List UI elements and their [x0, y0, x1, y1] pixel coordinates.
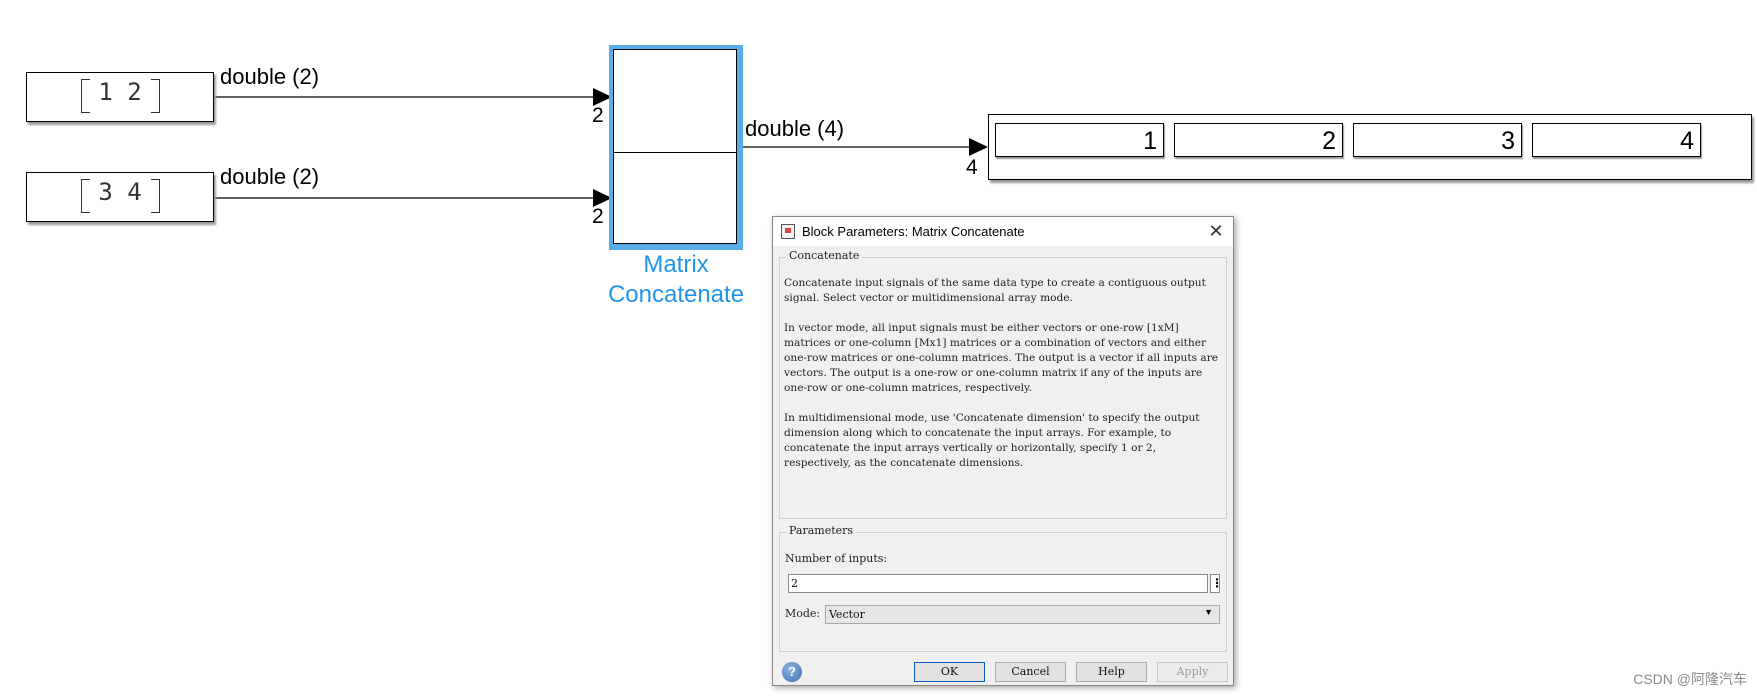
chevron-down-icon: ▼	[1204, 607, 1213, 617]
display-value-cell: 4	[1532, 123, 1701, 157]
number-of-inputs-field[interactable]	[788, 574, 1208, 593]
more-options-icon[interactable]: ⋮	[1210, 574, 1223, 593]
display-block[interactable]: 1 2 3 4	[988, 114, 1752, 180]
block-label-line2: Concatenate	[607, 281, 745, 308]
watermark: CSDN @阿隆汽车	[1633, 671, 1747, 687]
group-title-parameters: Parameters	[786, 524, 857, 537]
port-dimension-label-1: 2	[592, 104, 604, 127]
bracket-right-icon	[151, 179, 160, 213]
dialog-title: Block Parameters: Matrix Concatenate	[802, 224, 1025, 239]
cancel-button[interactable]: Cancel	[995, 662, 1066, 682]
signal-label-1: double (2)	[220, 64, 320, 89]
matrix-concatenate-block[interactable]	[609, 45, 743, 250]
display-port-arrow	[969, 138, 988, 156]
port-dimension-label-2: 2	[592, 205, 604, 228]
matrix-concatenate-body	[613, 49, 737, 244]
constant-value: 1 2	[98, 78, 142, 106]
matrix-concatenate-label[interactable]: Matrix Concatenate	[596, 250, 756, 310]
ok-button[interactable]: OK	[914, 662, 985, 682]
signal-label-2: double (2)	[220, 164, 320, 189]
block-parameters-dialog: Block Parameters: Matrix Concatenate ✕ C…	[772, 216, 1234, 686]
display-value-cell: 2	[1174, 123, 1343, 157]
mode-dropdown[interactable]: Vector ▼	[825, 605, 1220, 624]
block-description: Concatenate input signals of the same da…	[784, 276, 1222, 486]
number-of-inputs-label: Number of inputs:	[785, 552, 888, 565]
dialog-title-bar[interactable]: Block Parameters: Matrix Concatenate ✕	[773, 217, 1233, 246]
help-button[interactable]: Help	[1076, 662, 1147, 682]
bracket-right-icon	[151, 79, 160, 113]
description-paragraph: Concatenate input signals of the same da…	[784, 277, 1206, 304]
help-icon[interactable]: ?	[782, 662, 802, 682]
block-divider	[614, 152, 736, 153]
group-title-concatenate: Concatenate	[786, 249, 863, 262]
display-value-cell: 1	[995, 123, 1164, 157]
mode-selected-value: Vector	[829, 608, 865, 621]
apply-button[interactable]: Apply	[1157, 662, 1228, 682]
output-signal-label: double (4)	[745, 116, 845, 141]
output-port-dimension-label: 4	[966, 156, 978, 179]
display-value-cell: 3	[1353, 123, 1522, 157]
constant-block-1[interactable]: 1 2	[26, 72, 214, 122]
constant-value: 3 4	[98, 178, 142, 206]
description-paragraph: In vector mode, all input signals must b…	[784, 322, 1219, 394]
description-paragraph: In multidimensional mode, use 'Concatena…	[784, 412, 1200, 469]
close-icon[interactable]: ✕	[1205, 217, 1227, 246]
constant-block-2[interactable]: 3 4	[26, 172, 214, 222]
mode-label: Mode:	[785, 607, 821, 620]
simulink-block-icon	[781, 224, 795, 239]
concatenate-group: Concatenate Concatenate input signals of…	[779, 249, 1227, 519]
block-label-line1: Matrix	[643, 251, 709, 278]
